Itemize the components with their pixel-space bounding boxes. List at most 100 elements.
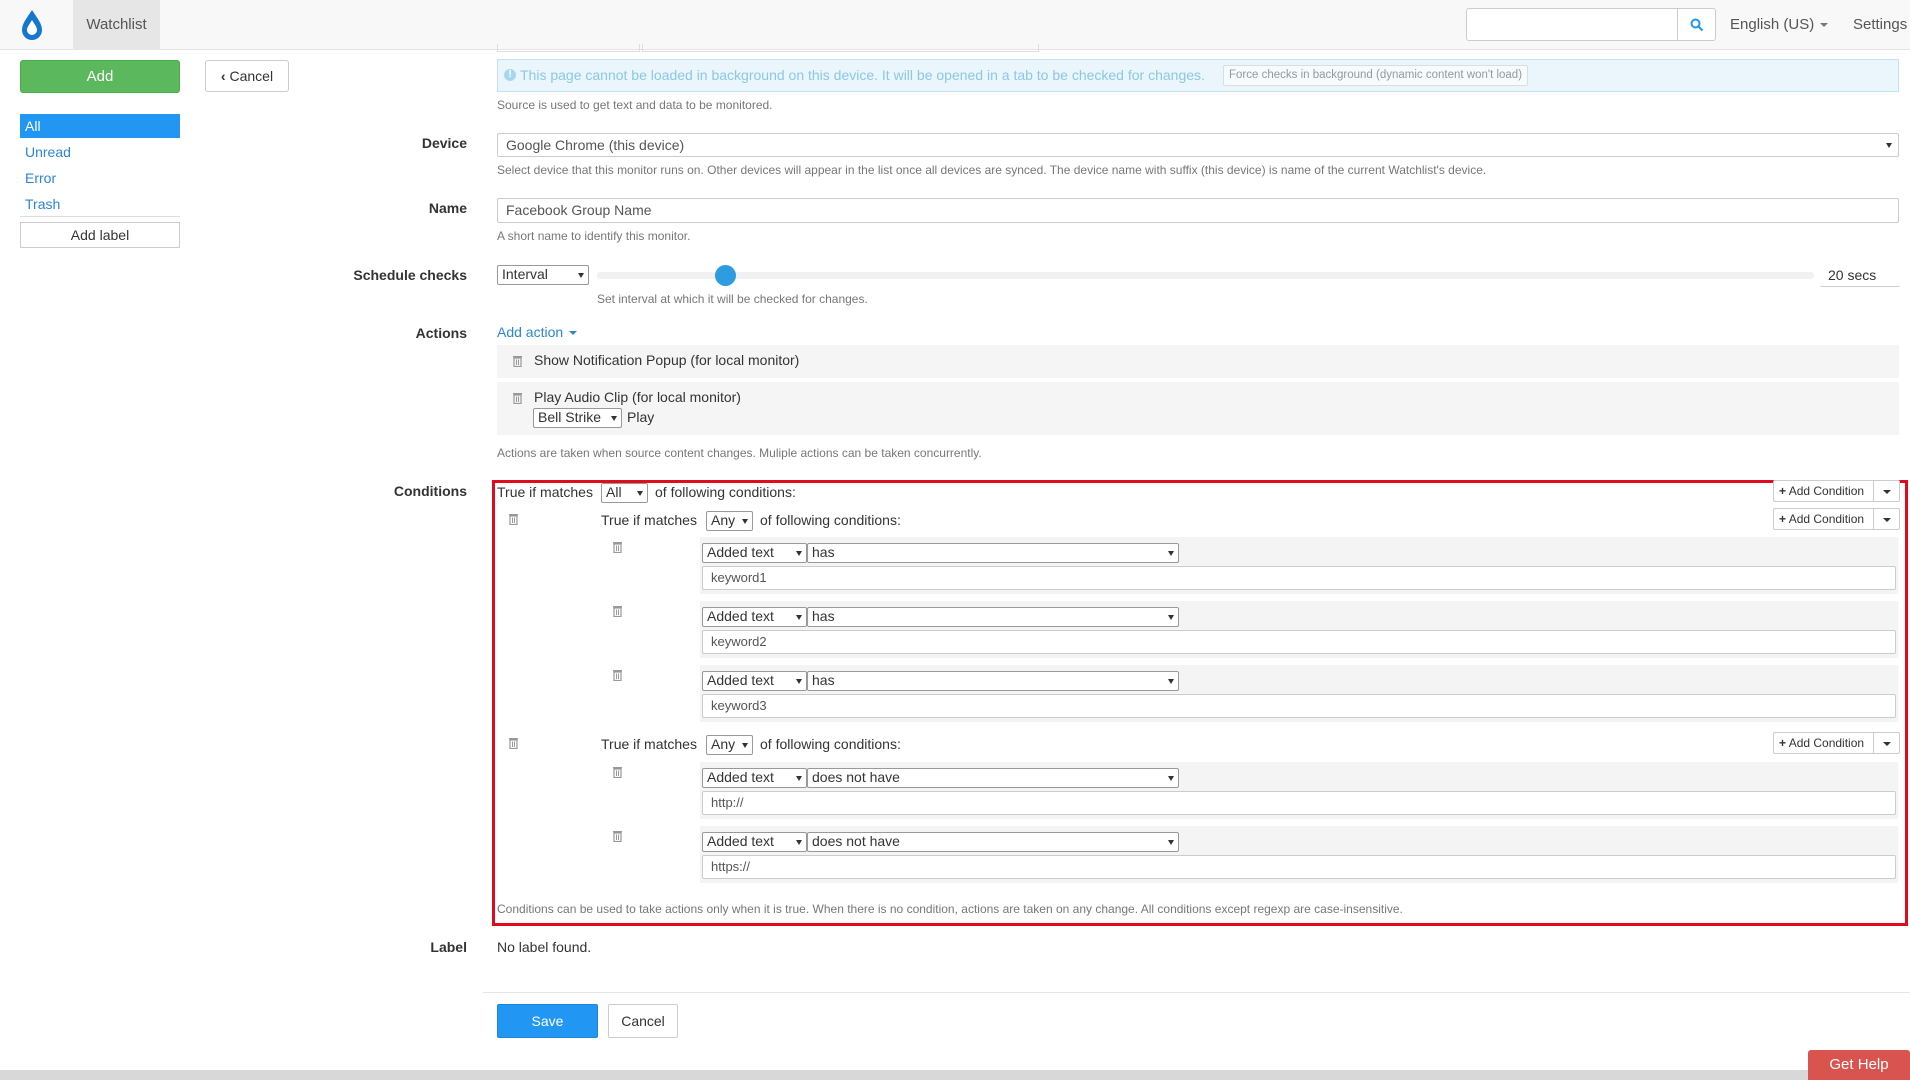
sidebar-item-error[interactable]: Error [20,166,180,190]
background-note-text: This page cannot be loaded in background… [520,67,1205,83]
rule-field-select[interactable]: Added text [702,832,807,852]
name-input[interactable]: Facebook Group Name [497,198,1899,223]
group-match-select[interactable]: Any [706,511,753,531]
add-action-dropdown[interactable]: Add action [497,324,578,340]
chevron-down-icon [1168,551,1174,556]
add-label-button[interactable]: Add label [20,222,180,248]
trash-icon[interactable] [612,766,623,778]
sidebar-item-trash[interactable]: Trash [20,192,180,216]
rule-operator-select[interactable]: has [807,543,1179,563]
chevron-down-icon [1168,776,1174,781]
name-help: A short name to identify this monitor. [497,229,691,243]
chevron-down-icon [1883,518,1891,522]
background-load-notice: ! This page cannot be loaded in backgrou… [497,59,1899,92]
language-dropdown[interactable]: English (US) [1730,16,1829,33]
nav-tab-watchlist[interactable]: Watchlist [73,0,160,50]
rule-field-select[interactable]: Added text [702,543,807,563]
device-value: Google Chrome (this device) [506,137,685,153]
rule-field-select[interactable]: Added text [702,607,807,627]
condition-rule-row: Added text has keyword3 [700,665,1898,722]
sidebar-item-unread[interactable]: Unread [20,140,180,164]
chevron-down-icon [1168,679,1174,684]
chevron-down-icon [796,776,802,781]
chevron-down-icon [796,840,802,845]
search-button[interactable] [1677,8,1716,41]
condition-rule-row: Added text has keyword2 [700,601,1898,658]
chevron-down-icon [742,743,748,748]
trash-icon[interactable] [612,541,623,553]
group-match-select[interactable]: Any [706,735,753,755]
interval-value-input[interactable]: 20 secs [1820,265,1900,287]
drop-logo-icon[interactable] [16,8,48,42]
cancel-top-button[interactable]: ‹ Cancel [205,60,289,92]
rule-value: keyword1 [711,570,767,585]
get-help-button[interactable]: Get Help [1808,1050,1910,1080]
rule-operator-select[interactable]: does not have [807,768,1179,788]
schedule-label: Schedule checks [353,267,467,283]
trash-icon[interactable] [508,737,519,749]
add-condition-dropdown[interactable] [1873,732,1900,754]
root-match-select[interactable]: All [601,483,648,503]
language-label: English (US) [1730,16,1815,33]
condition-rule-row: Added text does not have http:// [700,762,1898,819]
device-help: Select device that this monitor runs on.… [497,163,1487,177]
add-condition-button[interactable]: + Add Condition [1773,508,1874,530]
schedule-mode-select[interactable]: Interval [497,265,589,285]
name-value: Facebook Group Name [506,202,652,218]
add-condition-dropdown[interactable] [1873,508,1900,530]
name-label: Name [428,200,467,216]
plus-icon: + [1779,484,1787,498]
rule-operator-select[interactable]: has [807,607,1179,627]
add-condition-button[interactable]: + Add Condition [1773,732,1874,754]
trash-icon[interactable] [612,605,623,617]
action-title: Show Notification Popup (for local monit… [534,352,800,368]
interval-slider-thumb[interactable] [715,265,736,286]
action-title: Play Audio Clip (for local monitor) [534,389,741,405]
chevron-down-icon [611,416,617,421]
rule-field-select[interactable]: Added text [702,671,807,691]
save-button[interactable]: Save [497,1004,598,1038]
trash-icon[interactable] [512,355,523,367]
chevron-down-icon [1820,23,1829,28]
sidebar-item-all[interactable]: All [20,114,180,138]
root-true-if-matches: True if matches [497,484,593,500]
group-match-value: Any [711,512,736,528]
interval-slider-track[interactable] [597,272,1814,279]
sound-value: Bell Strike [538,409,602,425]
plus-icon: + [1779,736,1787,750]
add-condition-dropdown[interactable] [1873,480,1900,502]
schedule-mode-value: Interval [502,266,548,282]
force-background-button[interactable]: Force checks in background (dynamic cont… [1223,65,1529,86]
rule-value-input[interactable]: keyword3 [702,694,1896,718]
rule-value-input[interactable]: keyword1 [702,566,1896,590]
add-condition-button[interactable]: + Add Condition [1773,480,1874,502]
sound-select[interactable]: Bell Strike [533,408,622,428]
trash-icon[interactable] [612,830,623,842]
rule-operator-select[interactable]: has [807,671,1179,691]
source-help: Source is used to get text and data to b… [497,98,773,112]
trash-icon[interactable] [512,392,523,404]
bottom-bar [0,1070,1910,1080]
trash-icon[interactable] [508,513,519,525]
rule-value: keyword3 [711,698,767,713]
footer-divider [483,992,1910,993]
source-field-fragment [497,44,640,52]
rule-value-input[interactable]: https:// [702,855,1896,879]
play-link[interactable]: Play [627,409,654,425]
rule-field-value: Added text [707,608,774,624]
settings-link[interactable]: Settings [1853,16,1907,33]
add-button[interactable]: Add [20,60,180,93]
search-input[interactable] [1466,8,1678,41]
rule-field-select[interactable]: Added text [702,768,807,788]
device-select[interactable]: Google Chrome (this device) [497,133,1899,157]
chevron-down-icon [796,679,802,684]
rule-value-input[interactable]: http:// [702,791,1896,815]
cancel-button[interactable]: Cancel [608,1004,678,1038]
top-navbar: Watchlist English (US) Settings [0,0,1910,50]
plus-icon: + [1779,512,1787,526]
rule-value-input[interactable]: keyword2 [702,630,1896,654]
rule-operator-select[interactable]: does not have [807,832,1179,852]
rule-field-value: Added text [707,544,774,560]
trash-icon[interactable] [612,669,623,681]
actions-label: Actions [415,325,467,341]
